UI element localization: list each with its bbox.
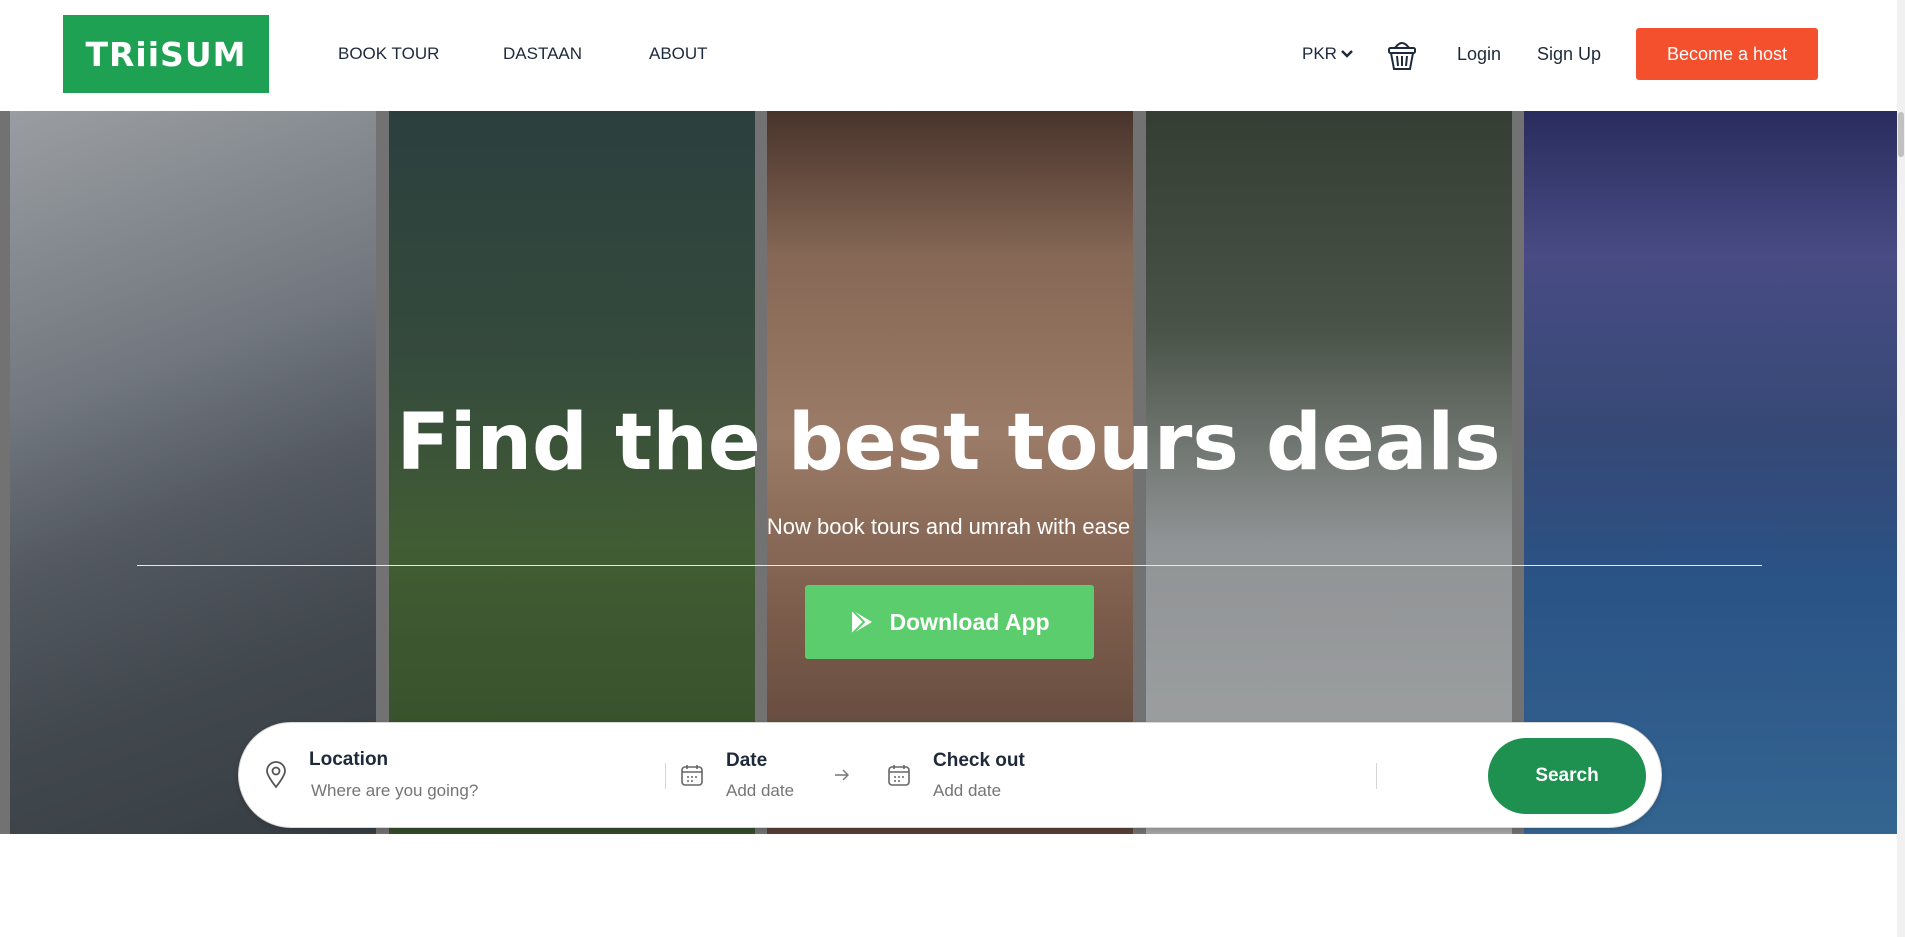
search-divider: [665, 763, 666, 789]
play-store-icon: [851, 609, 873, 635]
search-button[interactable]: Search: [1488, 738, 1646, 814]
date-label: Date: [726, 750, 768, 771]
download-app-label: Download App: [889, 608, 1050, 635]
hero-title: Find the best tours deals: [396, 398, 1501, 488]
search-divider: [1376, 763, 1377, 789]
chevron-down-icon: [1341, 50, 1353, 58]
site-header: TRiiSUM BOOK TOUR DASTAAN ABOUT PKR Logi…: [0, 0, 1905, 111]
nav-dastaan[interactable]: DASTAAN: [503, 44, 582, 64]
location-label: Location: [309, 749, 389, 770]
checkout-label: Check out: [933, 750, 1025, 771]
currency-select[interactable]: PKR: [1302, 44, 1353, 64]
calendar-icon: [681, 765, 703, 786]
checkout-input[interactable]: [933, 781, 1133, 801]
logo[interactable]: TRiiSUM: [63, 15, 269, 93]
become-host-button[interactable]: Become a host: [1636, 28, 1818, 80]
date-input[interactable]: [726, 781, 866, 801]
hero-subtitle: Now book tours and umrah with ease: [766, 514, 1131, 539]
search-bar: Location Date Check out Search: [238, 722, 1662, 828]
logo-text: TRiiSUM: [85, 34, 247, 74]
signup-link[interactable]: Sign Up: [1537, 44, 1601, 65]
location-input[interactable]: [311, 781, 611, 801]
nav-book-tour[interactable]: BOOK TOUR: [338, 44, 439, 64]
scrollbar-thumb[interactable]: [1898, 112, 1904, 157]
login-link[interactable]: Login: [1457, 44, 1501, 65]
download-app-button[interactable]: Download App: [805, 585, 1094, 659]
currency-value: PKR: [1302, 44, 1337, 63]
calendar-icon: [888, 765, 910, 786]
location-pin-icon: [266, 761, 286, 789]
hero-divider: [137, 565, 1762, 566]
arrow-right-icon: [835, 769, 849, 781]
nav-about[interactable]: ABOUT: [649, 44, 708, 64]
basket-icon[interactable]: [1386, 36, 1418, 72]
